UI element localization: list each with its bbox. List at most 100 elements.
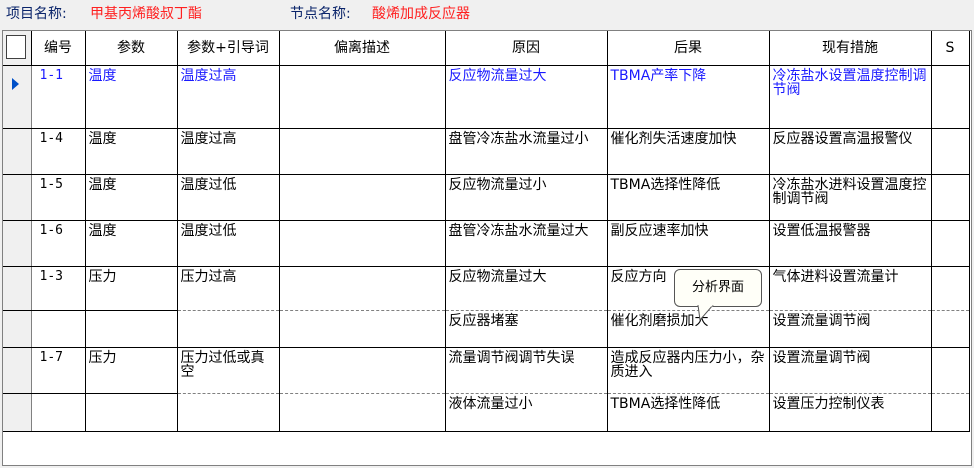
cell-consequence[interactable]: TBMA产率下降 [607,65,770,129]
cell-desc[interactable] [279,347,446,394]
node-info-bar: 项目名称: 甲基丙烯酸叔丁酯 节点名称: 酸烯加成反应器 [0,0,974,28]
cell-measure[interactable]: 设置流量调节阀 [769,310,932,348]
cell-measure[interactable]: 冷冻盐水设置温度控制调节阀 [769,65,932,129]
cell-consequence[interactable]: 催化剂磨损加大 [607,310,770,348]
cell-guide[interactable]: 压力过高 [177,266,280,311]
select-all-cell[interactable] [3,31,32,66]
table-row[interactable]: 1-5 温度 温度过低 反应物流量过小 TBMA选择性降低 冷冻盐水进料设置温度… [3,174,970,221]
cell-param[interactable]: 温度 [85,220,178,267]
cell-param[interactable]: 压力 [85,266,178,311]
cell-s[interactable] [931,266,970,311]
row-indicator[interactable] [3,220,32,267]
row-indicator[interactable] [3,393,32,432]
cell-param[interactable]: 温度 [85,174,178,221]
col-header-s[interactable]: S [931,31,970,66]
col-header-desc[interactable]: 偏离描述 [279,31,446,66]
table-row[interactable]: 1-3 压力 压力过高 反应物流量过大 反应方向 气体进料设置流量计 [3,266,970,311]
cell-guide[interactable]: 温度过低 [177,220,280,267]
cell-desc[interactable] [279,266,446,311]
cell-s[interactable] [931,65,970,129]
cell-guide[interactable] [177,310,280,348]
node-name-value: 酸烯加成反应器 [372,6,470,22]
cell-param[interactable] [85,310,178,348]
cell-s[interactable] [931,347,970,394]
cell-consequence[interactable]: 副反应速率加快 [607,220,770,267]
row-indicator[interactable] [3,266,32,311]
cell-guide[interactable] [177,393,280,432]
cell-desc[interactable] [279,310,446,348]
cell-desc[interactable] [279,128,446,175]
cell-guide[interactable]: 温度过高 [177,128,280,175]
cell-id[interactable]: 1-6 [31,220,86,267]
cell-consequence[interactable]: 造成反应器内压力小，杂质进入 [607,347,770,394]
cell-consequence[interactable]: TBMA选择性降低 [607,393,770,432]
cell-guide[interactable]: 温度过高 [177,65,280,129]
cell-s[interactable] [931,174,970,221]
cell-id[interactable]: 1-1 [31,65,86,129]
header-row: 编号 参数 参数+引导词 偏离描述 原因 后果 现有措施 S [3,31,970,66]
cell-param[interactable]: 温度 [85,128,178,175]
cell-cause[interactable]: 反应物流量过小 [445,174,608,221]
cell-s[interactable] [931,310,970,348]
cell-measure[interactable]: 冷冻盐水进料设置温度控制调节阀 [769,174,932,221]
cell-guide[interactable]: 温度过低 [177,174,280,221]
row-indicator[interactable] [3,310,32,348]
cell-desc[interactable] [279,220,446,267]
cell-desc[interactable] [279,174,446,221]
col-header-guide[interactable]: 参数+引导词 [177,31,280,66]
cell-cause[interactable]: 反应器堵塞 [445,310,608,348]
table-row[interactable]: 1-1 温度 温度过高 反应物流量过大 TBMA产率下降 冷冻盐水设置温度控制调… [3,65,970,129]
cell-s[interactable] [931,393,970,432]
cell-id[interactable]: 1-3 [31,266,86,311]
col-header-consequence[interactable]: 后果 [607,31,770,66]
analysis-view-tooltip: 分析界面 [674,269,762,307]
project-name-label: 项目名称: [6,6,67,22]
col-header-id[interactable]: 编号 [31,31,86,66]
cell-cause[interactable]: 盘管冷冻盐水流量过大 [445,220,608,267]
cell-s[interactable] [931,220,970,267]
cell-consequence[interactable]: 催化剂失活速度加快 [607,128,770,175]
cell-id[interactable]: 1-5 [31,174,86,221]
col-header-measure[interactable]: 现有措施 [769,31,932,66]
cell-measure[interactable]: 设置流量调节阀 [769,347,932,394]
cell-id[interactable] [31,310,86,348]
cell-measure[interactable]: 反应器设置高温报警仪 [769,128,932,175]
cell-param[interactable]: 温度 [85,65,178,129]
cell-guide[interactable]: 压力过低或真空 [177,347,280,394]
cell-cause[interactable]: 液体流量过小 [445,393,608,432]
col-header-param[interactable]: 参数 [85,31,178,66]
hazop-grid[interactable]: 编号 参数 参数+引导词 偏离描述 原因 后果 现有措施 S 1-1 温度 温度… [2,30,972,466]
project-name-value: 甲基丙烯酸叔丁酯 [90,6,202,22]
cell-cause[interactable]: 流量调节阀调节失误 [445,347,608,394]
cell-consequence[interactable]: TBMA选择性降低 [607,174,770,221]
table-row[interactable]: 1-4 温度 温度过高 盘管冷冻盐水流量过小 催化剂失活速度加快 反应器设置高温… [3,128,970,175]
table-row[interactable]: 1-6 温度 温度过低 盘管冷冻盐水流量过大 副反应速率加快 设置低温报警器 [3,220,970,267]
cell-desc[interactable] [279,65,446,129]
cell-param[interactable]: 压力 [85,347,178,394]
current-row-arrow-icon [12,78,19,90]
cell-id[interactable] [31,393,86,432]
table-row[interactable]: 液体流量过小 TBMA选择性降低 设置压力控制仪表 [3,393,970,432]
cell-cause[interactable]: 盘管冷冻盐水流量过小 [445,128,608,175]
table-row[interactable]: 1-7 压力 压力过低或真空 流量调节阀调节失误 造成反应器内压力小，杂质进入 … [3,347,970,394]
cell-param[interactable] [85,393,178,432]
col-header-cause[interactable]: 原因 [445,31,608,66]
hazop-table: 编号 参数 参数+引导词 偏离描述 原因 后果 现有措施 S 1-1 温度 温度… [3,31,970,432]
cell-id[interactable]: 1-7 [31,347,86,394]
row-indicator[interactable] [3,128,32,175]
cell-desc[interactable] [279,393,446,432]
cell-s[interactable] [931,128,970,175]
cell-cause[interactable]: 反应物流量过大 [445,65,608,129]
cell-measure[interactable]: 设置压力控制仪表 [769,393,932,432]
cell-id[interactable]: 1-4 [31,128,86,175]
table-row[interactable]: 反应器堵塞 催化剂磨损加大 设置流量调节阀 [3,310,970,348]
cell-measure[interactable]: 设置低温报警器 [769,220,932,267]
cell-measure[interactable]: 气体进料设置流量计 [769,266,932,311]
row-indicator[interactable] [3,347,32,394]
cell-cause[interactable]: 反应物流量过大 [445,266,608,311]
node-name-label: 节点名称: [290,6,351,22]
tooltip-pointer-icon [697,305,714,321]
row-indicator[interactable] [3,65,32,129]
select-all-box[interactable] [6,35,26,59]
row-indicator[interactable] [3,174,32,221]
